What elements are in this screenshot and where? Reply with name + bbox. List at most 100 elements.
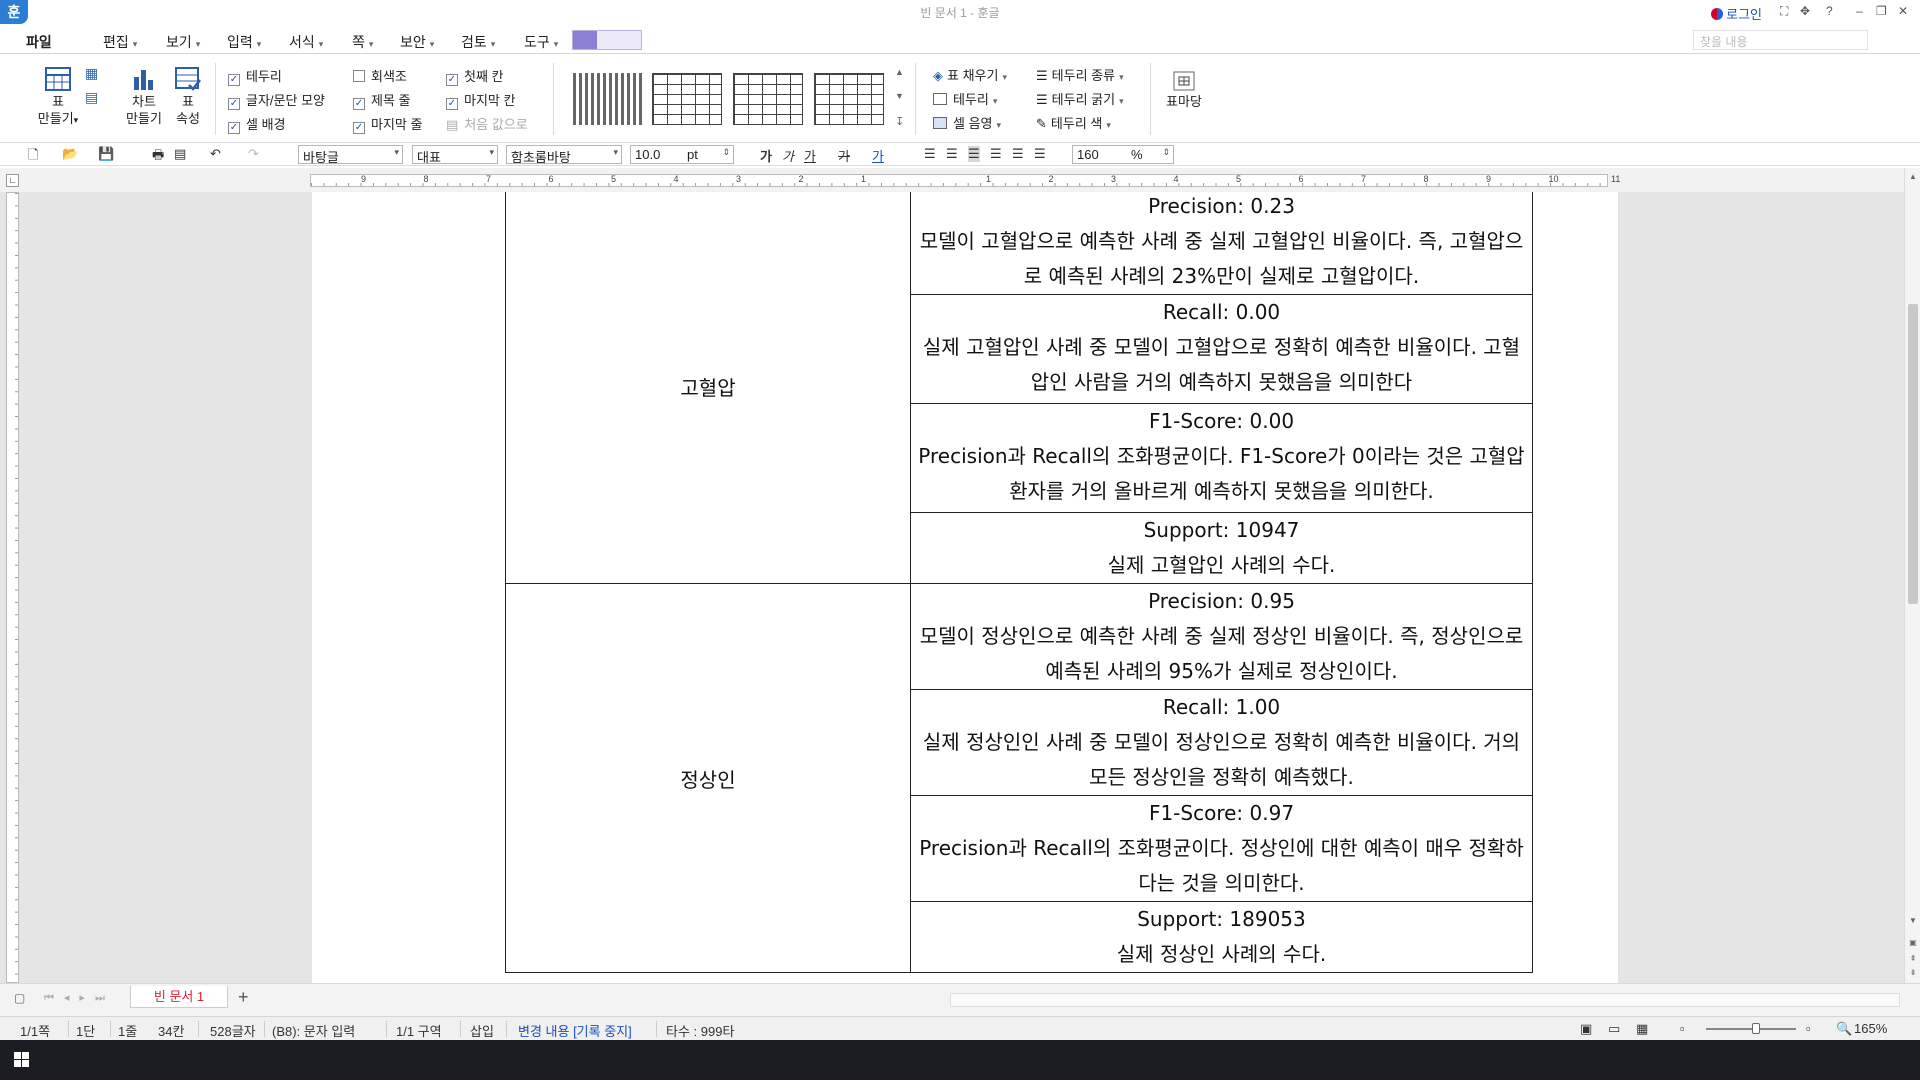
language-select[interactable]: 대표 ▾ (412, 145, 498, 165)
vertical-ruler[interactable] (6, 192, 19, 983)
check-header-row[interactable]: ✓ 제목 줄 (353, 90, 411, 110)
table-style-grid-3[interactable] (814, 73, 884, 125)
scrollbar-thumb[interactable] (1908, 304, 1918, 604)
check-grayscale[interactable]: 회색조 (353, 66, 407, 85)
find-input[interactable]: 찾을 내용 (1693, 30, 1868, 50)
table-yard-button[interactable]: 표마당 (1162, 71, 1206, 110)
page-nav-icon[interactable]: ▣ (1907, 938, 1919, 950)
menu-security[interactable]: 보안 ▾ (400, 32, 434, 52)
add-tab-icon[interactable]: + (238, 987, 249, 1008)
border-button[interactable]: 테두리 ▾ (933, 89, 997, 108)
scroll-down-icon[interactable]: ▼ (895, 91, 904, 101)
table-edit-icon[interactable]: ▦ (85, 65, 98, 82)
status-page[interactable]: 1/1쪽 (20, 1021, 50, 1040)
category-cell[interactable]: 고혈압 (505, 192, 911, 584)
zoom-out-icon[interactable]: ▫ (1680, 1021, 1685, 1036)
zoom-icon[interactable]: 🔍 (1836, 1021, 1852, 1037)
menu-page[interactable]: 쪽 ▾ (352, 32, 373, 52)
check-char-para-shape[interactable]: ✓ 글자/문단 모양 (228, 90, 325, 110)
open-icon[interactable]: 📂 (62, 146, 78, 162)
zoom-slider-handle[interactable] (1752, 1023, 1760, 1034)
strikethrough-icon[interactable]: 가 (838, 146, 850, 165)
metric-cell[interactable]: Recall: 1.00 실제 정상인인 사례 중 모델이 정상인으로 정확히 예… (910, 689, 1533, 796)
cell-shading-button[interactable]: 셀 음영 ▾ (933, 113, 1001, 132)
help-icon[interactable]: ? (1826, 4, 1833, 18)
zoom-slider[interactable] (1706, 1028, 1796, 1030)
italic-icon[interactable]: 가 (782, 146, 794, 165)
status-zoom[interactable]: 165% (1854, 1021, 1887, 1036)
print-icon[interactable]: 🖶 (152, 146, 164, 168)
undo-icon[interactable]: ↶ (210, 146, 221, 162)
table-make-button[interactable]: 표 만들기▾ (36, 67, 80, 129)
scroll-up-icon[interactable]: ▲ (1907, 172, 1919, 184)
metric-cell[interactable]: Support: 189053 실제 정상인 사례의 수다. (910, 901, 1533, 973)
chart-make-button[interactable]: 차트 만들기 (122, 67, 166, 127)
prev-page-icon[interactable]: ⇞ (1907, 954, 1919, 966)
status-insert[interactable]: 삽입 (470, 1021, 494, 1040)
print-view-icon[interactable]: ▦ (1636, 1021, 1648, 1037)
scroll-up-icon[interactable]: ▲ (895, 67, 904, 77)
metric-cell[interactable]: F1-Score: 0.00 Precision과 Recall의 조화평균이다.… (910, 403, 1533, 513)
menu-view[interactable]: 보기 ▾ (166, 32, 200, 52)
tab-nav-icon[interactable]: ⏮◂▸⏭ (44, 991, 115, 1005)
document-page[interactable]: 고혈압 Precision: 0.23 모델이 고혈압으로 예측한 사례 중 실제 … (312, 192, 1618, 983)
menu-review[interactable]: 검토 ▾ (461, 32, 495, 52)
horizontal-scrollbar[interactable] (950, 993, 1900, 1007)
border-color-button[interactable]: ✎ 테두리 색 ▾ (1036, 113, 1111, 132)
gallery-expand-icon[interactable]: ↧ (895, 115, 904, 128)
new-document-icon[interactable]: 🗋 (28, 146, 38, 168)
align-justify-icon[interactable]: ☰ (924, 146, 936, 162)
metric-cell[interactable]: Precision: 0.95 모델이 정상인으로 예측한 사례 중 실제 정상인… (910, 583, 1533, 690)
ruler-corner-icon[interactable]: ∟ (6, 174, 19, 187)
reset-style-button[interactable]: ▤ 처음 값으로 (446, 114, 528, 133)
font-color-icon[interactable]: 가 (872, 146, 884, 165)
minimize-icon[interactable]: – (1856, 4, 1863, 18)
table-convert-icon[interactable]: ▤ (85, 89, 98, 106)
scroll-down-icon[interactable]: ▼ (1907, 916, 1919, 928)
menu-tools[interactable]: 도구 ▾ (524, 32, 558, 52)
status-track-changes[interactable]: 변경 내용 [기록 중지] (518, 1021, 632, 1040)
check-last-col[interactable]: ✓ 마지막 칸 (446, 90, 515, 110)
table-style-grid-2[interactable] (733, 73, 803, 125)
windows-start-icon[interactable] (14, 1052, 30, 1068)
menu-insert[interactable]: 입력 ▾ (227, 32, 261, 52)
table-style-dotted[interactable] (573, 73, 643, 125)
check-cell-bg[interactable]: ✓ 셀 배경 (228, 114, 286, 134)
table-properties-button[interactable]: 표 속성 (170, 67, 206, 127)
align-distribute-icon[interactable]: ☰ (1012, 146, 1024, 162)
menu-file[interactable]: 파일 (26, 32, 52, 52)
align-center-icon[interactable]: ☰ (968, 146, 980, 162)
underline-icon[interactable]: 가 (804, 146, 816, 165)
metric-cell[interactable]: Recall: 0.00 실제 고혈압인 사례 중 모델이 고혈압으로 정확히 예… (910, 294, 1533, 404)
vertical-scrollbar[interactable]: ▲ ▼ ▣ ⇞ ⇟ (1904, 168, 1920, 983)
bold-icon[interactable]: 가 (760, 146, 772, 165)
zoom-input[interactable]: 160% ⇕ (1072, 145, 1174, 164)
preview-icon[interactable]: ▤ (174, 146, 186, 162)
menu-edit[interactable]: 편집 ▾ (103, 32, 137, 52)
category-cell[interactable]: 정상인 (505, 583, 911, 973)
menu-format[interactable]: 서식 ▾ (289, 32, 323, 52)
align-right-icon[interactable]: ☰ (990, 146, 1002, 162)
view-mode-toggle[interactable] (572, 30, 642, 50)
redo-icon[interactable]: ↷ (248, 146, 259, 162)
table-fill-button[interactable]: ◈ 표 채우기 ▾ (933, 65, 1007, 84)
move-icon[interactable]: ✥ (1800, 4, 1810, 18)
metrics-table[interactable]: 고혈압 Precision: 0.23 모델이 고혈압으로 예측한 사례 중 실제 … (505, 192, 1533, 973)
tab-list-icon[interactable]: ▢ (14, 991, 25, 1005)
close-icon[interactable]: ✕ (1898, 4, 1908, 18)
web-view-icon[interactable]: ▭ (1608, 1021, 1620, 1037)
fullscreen-icon[interactable]: ⛶ (1780, 4, 1788, 19)
login-button[interactable]: 로그인 (1711, 4, 1762, 23)
align-left-icon[interactable]: ☰ (946, 146, 958, 162)
check-border[interactable]: ✓ 테두리 (228, 66, 282, 86)
next-page-icon[interactable]: ⇟ (1907, 968, 1919, 980)
align-divide-icon[interactable]: ☰ (1034, 146, 1046, 162)
horizontal-ruler[interactable]: 9 8 7 6 5 4 3 2 1 1 2 3 4 5 6 7 8 9 10 11 (310, 174, 1620, 187)
tab-document[interactable]: 빈 문서 1 (130, 986, 228, 1008)
restore-icon[interactable]: ❐ (1876, 4, 1887, 18)
save-icon[interactable]: 💾 (98, 146, 114, 162)
font-select[interactable]: 함초롬바탕 ▾ (506, 145, 622, 165)
metric-cell[interactable]: F1-Score: 0.97 Precision과 Recall의 조화평균이다.… (910, 795, 1533, 902)
border-weight-button[interactable]: ☰ 테두리 굵기 ▾ (1036, 89, 1124, 108)
check-last-row[interactable]: ✓ 마지막 줄 (353, 114, 422, 134)
